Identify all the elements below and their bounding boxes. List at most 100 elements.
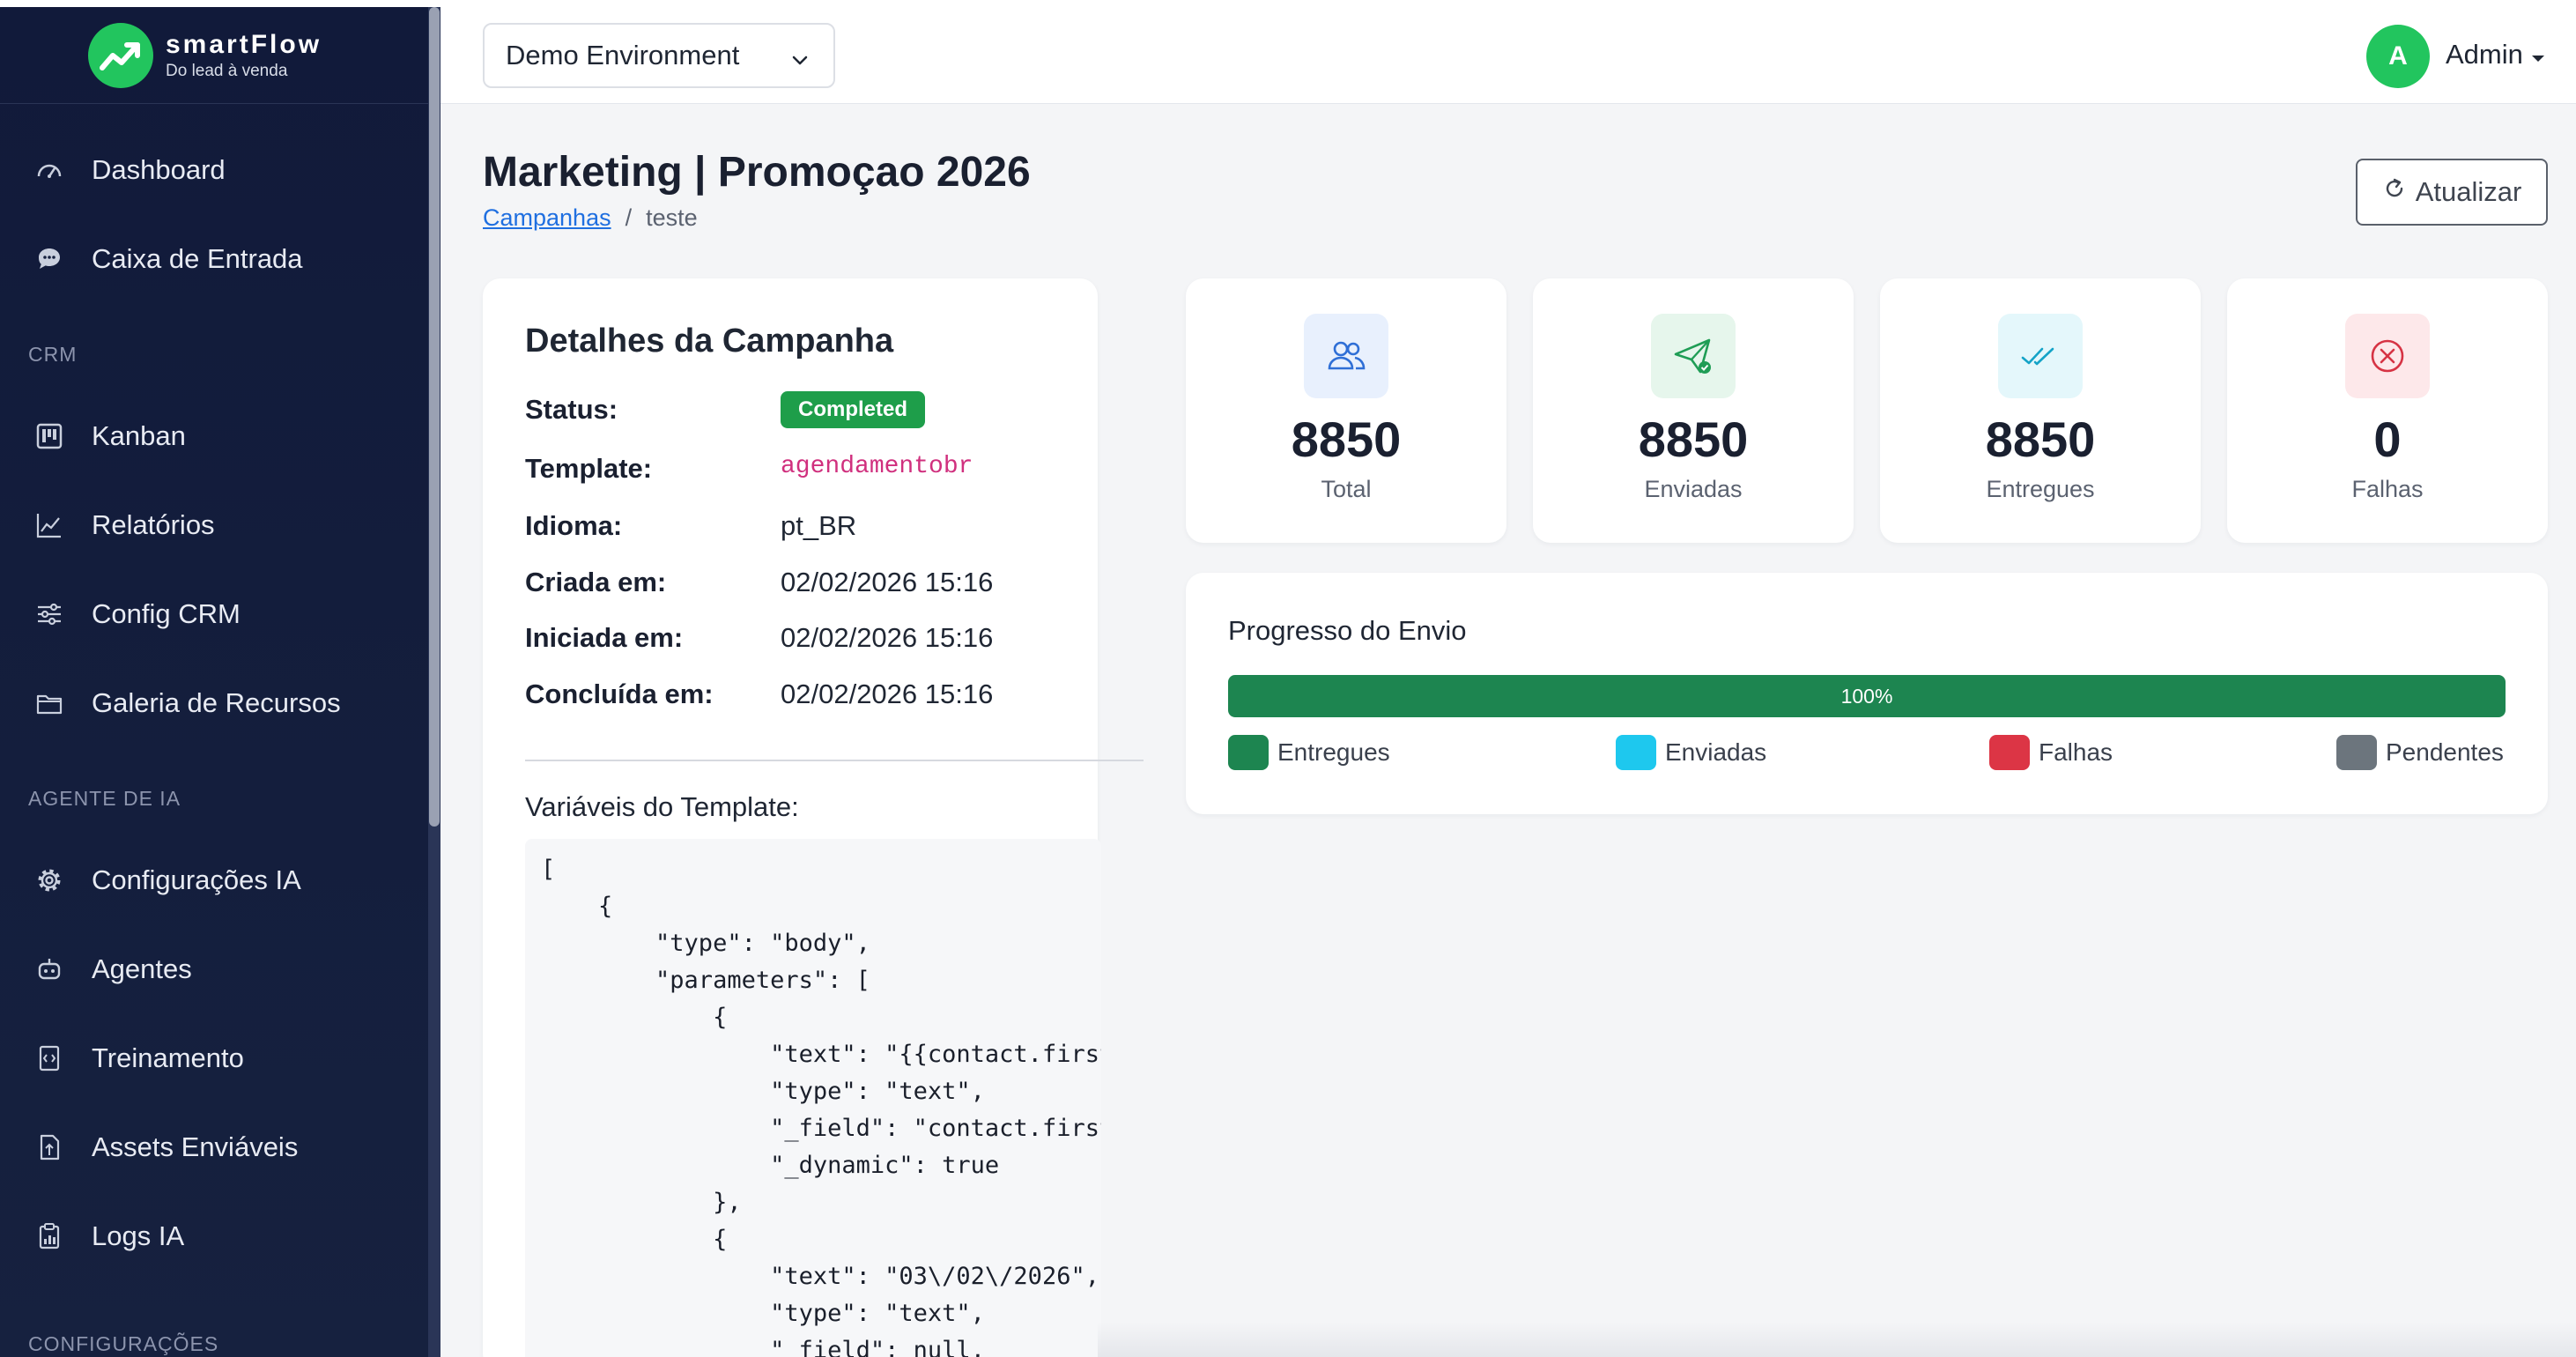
detail-row-created: Criada em: 02/02/2026 15:16	[525, 567, 993, 598]
detail-label: Iniciada em:	[525, 622, 684, 653]
detail-row-template: Template: agendamentobr	[525, 453, 973, 485]
details-title: Detalhes da Campanha	[525, 323, 894, 360]
stat-card-sent: 8850 Enviadas	[1533, 278, 1854, 543]
send-progress-card: Progresso do Envio 100% Entregues Enviad…	[1186, 573, 2548, 814]
legend-item-pending: Pendentes	[2336, 735, 2504, 770]
top-header: Demo Environment A Admin	[440, 7, 2576, 104]
refresh-button-label: Atualizar	[2415, 176, 2522, 207]
sidebar-item-kanban[interactable]: Kanban	[0, 391, 440, 480]
detail-row-language: Idioma: pt_BR	[525, 510, 856, 542]
legend-swatch	[1989, 735, 2030, 770]
stat-label: Total	[1321, 476, 1372, 502]
gear-icon	[32, 863, 67, 898]
sidebar-item-label: Agentes	[92, 953, 192, 984]
refresh-button[interactable]: Atualizar	[2356, 159, 2548, 226]
folder-icon	[32, 686, 67, 721]
progress-bar-fill: 100%	[1228, 675, 2506, 717]
brand[interactable]: smartFlow Do lead à venda	[0, 7, 440, 104]
sidebar-item-label: Config CRM	[92, 597, 241, 629]
line-chart-icon	[32, 508, 67, 543]
file-upload-icon	[32, 1130, 67, 1165]
legend-swatch	[1228, 735, 1269, 770]
sidebar-item-label: Logs IA	[92, 1220, 185, 1251]
sidebar: smartFlow Do lead à venda Dashboard Caix…	[0, 7, 440, 1357]
breadcrumb-current: teste	[646, 204, 698, 231]
x-circle-icon	[2345, 314, 2430, 398]
section-heading-ai: AGENTE DE IA	[28, 787, 181, 810]
detail-label: Template:	[525, 453, 653, 484]
sidebar-item-label: Dashboard	[92, 153, 226, 185]
sliders-icon	[32, 597, 67, 632]
breadcrumb: Campanhas / teste	[483, 204, 698, 232]
legend-label: Falhas	[2039, 738, 2113, 766]
template-vars-json: [ { "type": "body", "parameters": [ { "t…	[541, 856, 1101, 1357]
stat-card-total: 8850 Total	[1186, 278, 1506, 543]
breadcrumb-separator: /	[625, 204, 633, 231]
users-icon	[1304, 314, 1388, 398]
send-check-icon	[1651, 314, 1736, 398]
code-file-icon	[32, 1041, 67, 1076]
detail-value: 02/02/2026 15:16	[781, 678, 994, 709]
section-heading-crm: CRM	[28, 343, 78, 366]
sidebar-item-label: Galeria de Recursos	[92, 686, 341, 718]
template-vars-label: Variáveis do Template:	[525, 791, 799, 822]
trend-up-logo-icon	[88, 22, 153, 88]
sidebar-item-ai-logs[interactable]: Logs IA	[0, 1191, 440, 1280]
sidebar-item-assets[interactable]: Assets Enviáveis	[0, 1102, 440, 1191]
stat-value: 8850	[1985, 412, 2096, 467]
chevron-down-icon	[789, 46, 811, 78]
divider	[525, 760, 1144, 761]
detail-row-started: Iniciada em: 02/02/2026 15:16	[525, 622, 993, 654]
environment-select[interactable]: Demo Environment	[483, 23, 835, 88]
detail-row-status: Status: Completed	[525, 391, 926, 428]
stat-label: Entregues	[1986, 476, 2095, 502]
sidebar-item-inbox[interactable]: Caixa de Entrada	[0, 214, 440, 303]
bottom-shadow	[1098, 1322, 2576, 1357]
sidebar-item-training[interactable]: Treinamento	[0, 1013, 440, 1102]
sidebar-item-label: Kanban	[92, 419, 186, 451]
stat-value: 0	[2373, 412, 2402, 467]
sidebar-item-agents[interactable]: Agentes	[0, 924, 440, 1013]
sidebar-item-label: Assets Enviáveis	[92, 1131, 299, 1162]
double-check-icon	[1998, 314, 2083, 398]
caret-down-icon	[2530, 39, 2546, 70]
chat-bubble-icon	[32, 241, 67, 277]
template-name: agendamentobr	[781, 453, 973, 480]
status-badge: Completed	[781, 391, 926, 428]
avatar[interactable]: A	[2366, 25, 2430, 88]
window-top-strip	[0, 0, 2576, 7]
stat-value: 8850	[1291, 412, 1402, 467]
sidebar-item-resources[interactable]: Galeria de Recursos	[0, 658, 440, 747]
stat-label: Enviadas	[1644, 476, 1743, 502]
sidebar-scrollbar-thumb[interactable]	[429, 7, 440, 827]
kanban-icon	[32, 419, 67, 454]
detail-label: Idioma:	[525, 510, 623, 541]
template-vars-code[interactable]: [ { "type": "body", "parameters": [ { "t…	[525, 839, 1101, 1357]
detail-value: pt_BR	[781, 510, 857, 541]
legend-item-sent: Enviadas	[1616, 735, 1766, 770]
page-title: Marketing | Promoçao 2026	[483, 149, 1031, 196]
brand-name: smartFlow	[166, 29, 322, 59]
clipboard-icon	[32, 1219, 67, 1254]
speedometer-icon	[32, 152, 67, 188]
sidebar-nav: Dashboard Caixa de Entrada CRM Kanban Re…	[0, 104, 440, 1356]
sidebar-item-config-crm[interactable]: Config CRM	[0, 569, 440, 658]
robot-icon	[32, 952, 67, 987]
user-menu[interactable]: Admin	[2446, 39, 2546, 70]
sidebar-item-ai-settings[interactable]: Configurações IA	[0, 835, 440, 924]
sidebar-item-label: Treinamento	[92, 1042, 244, 1073]
section-heading-config: CONFIGURAÇÕES	[28, 1332, 219, 1355]
progress-title: Progresso do Envio	[1228, 615, 1467, 646]
legend-swatch	[1616, 735, 1656, 770]
breadcrumb-link-campaigns[interactable]: Campanhas	[483, 204, 611, 232]
sidebar-item-reports[interactable]: Relatórios	[0, 480, 440, 569]
sidebar-item-dashboard[interactable]: Dashboard	[0, 125, 440, 214]
detail-value: 02/02/2026 15:16	[781, 567, 994, 597]
legend-swatch	[2336, 735, 2377, 770]
environment-select-value: Demo Environment	[506, 40, 740, 70]
campaign-details-card: Detalhes da Campanha Status: Completed T…	[483, 278, 1144, 1357]
refresh-icon	[2382, 176, 2407, 208]
detail-value: 02/02/2026 15:16	[781, 622, 994, 653]
sidebar-item-label: Relatórios	[92, 508, 215, 540]
progress-bar: 100%	[1228, 675, 2506, 717]
